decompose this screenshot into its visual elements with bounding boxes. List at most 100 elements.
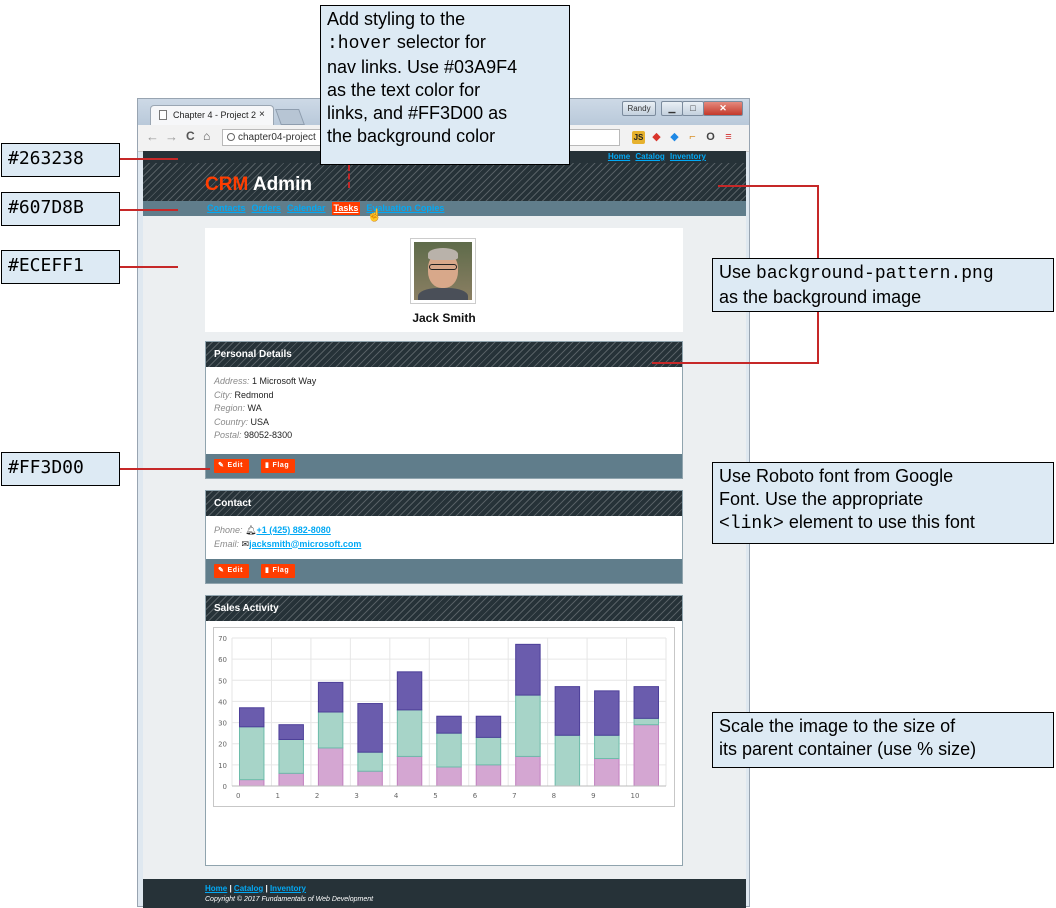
chart-bar-segment xyxy=(396,709,423,757)
x-tick-label: 5 xyxy=(433,792,437,800)
profile-card: Jack Smith xyxy=(205,228,683,332)
x-tick-label: 1 xyxy=(275,792,279,800)
chart-bar-segment xyxy=(357,703,383,753)
x-tick-label: 3 xyxy=(354,792,358,800)
chart-bar-segment xyxy=(436,715,462,734)
color-extension-icon[interactable]: ◆ xyxy=(650,131,663,144)
chart-bar-segment xyxy=(554,686,581,736)
chart-bar-segment xyxy=(357,770,383,787)
chart-bar-segment xyxy=(278,772,304,787)
maximize-button[interactable]: □ xyxy=(682,101,704,116)
edit-button[interactable]: ✎ Edit xyxy=(214,459,250,473)
chart-bar-segment xyxy=(317,747,344,787)
y-tick-label: 20 xyxy=(218,741,227,749)
flag-button[interactable]: ▮ Flag xyxy=(261,564,296,578)
chart-bar-segment xyxy=(594,734,620,760)
chart-bar-segment xyxy=(594,690,620,736)
chart-bar-segment xyxy=(554,734,581,787)
nav-contacts[interactable]: Contacts xyxy=(207,203,246,213)
pointer-line xyxy=(120,209,178,211)
back-icon[interactable]: ← xyxy=(146,129,159,144)
chart-bar-segment xyxy=(238,779,265,787)
bookmark-icon: ▮ xyxy=(265,567,270,574)
x-tick-label: 7 xyxy=(512,792,516,800)
card-header: Personal Details xyxy=(206,342,682,367)
pin-extension-icon[interactable]: ⌐ xyxy=(686,131,699,144)
y-tick-label: 30 xyxy=(218,720,227,728)
close-tab-icon[interactable]: × xyxy=(259,109,265,120)
chart-bar-segment xyxy=(633,686,660,719)
chart-bar-segment xyxy=(633,717,660,726)
color-label-dark: #263238 xyxy=(1,143,120,177)
chart-bar-segment xyxy=(317,711,344,749)
flag-button[interactable]: ▮ Flag xyxy=(261,459,296,473)
x-tick-label: 6 xyxy=(473,792,478,800)
detail-row: City: Redmond xyxy=(214,389,274,400)
phone-link[interactable]: +1 (425) 882-8080 xyxy=(256,525,330,535)
chart-bar-segment xyxy=(436,766,462,787)
contact-list: Phone: 🔔︎+1 (425) 882-8080 Email: ✉jacks… xyxy=(214,525,362,549)
envelope-icon: ✉ xyxy=(241,538,250,549)
opera-extension-icon[interactable]: O xyxy=(704,131,717,144)
y-tick-label: 40 xyxy=(218,698,227,706)
browser-tab[interactable]: Chapter 4 - Project 2 × xyxy=(150,105,274,125)
detail-row: Postal: 98052-8300 xyxy=(214,430,293,440)
pencil-icon: ✎ xyxy=(218,567,225,574)
profile-name: Jack Smith xyxy=(412,311,476,325)
brand-accent: CRM xyxy=(205,174,249,195)
top-link-catalog[interactable]: Catalog xyxy=(635,152,664,161)
reload-icon[interactable]: C xyxy=(186,129,195,143)
chart-bar-segment xyxy=(475,715,502,738)
close-window-button[interactable]: ✕ xyxy=(703,101,743,116)
chart-bar-segment xyxy=(278,724,304,740)
site-header: CRM Admin xyxy=(143,163,746,201)
minimize-button[interactable]: ▁ xyxy=(661,101,683,116)
bell-icon: 🔔︎ xyxy=(245,525,257,535)
pencil-icon: ✎ xyxy=(218,462,225,469)
address-text: chapter04-project xyxy=(238,132,316,143)
pointer-line xyxy=(120,266,178,268)
browser-window: Chapter 4 - Project 2 × Randy ▁ □ ✕ ← → C ⌂… xyxy=(137,98,750,908)
home-icon[interactable]: ⌂ xyxy=(203,129,210,143)
chart-bar-segment xyxy=(475,736,502,766)
menu-icon[interactable]: ≡ xyxy=(722,131,735,144)
user-badge[interactable]: Randy xyxy=(622,101,656,116)
pointer-line xyxy=(652,362,819,364)
font-note: Use Roboto font from Google Font. Use th… xyxy=(712,462,1054,544)
new-tab-button[interactable] xyxy=(275,109,305,125)
hover-note: Add styling to the :hover selector for n… xyxy=(320,5,570,165)
nav-orders[interactable]: Orders xyxy=(252,203,282,213)
footer-link-inventory[interactable]: Inventory xyxy=(270,884,306,893)
footer-link-catalog[interactable]: Catalog xyxy=(234,884,263,893)
tab-title: Chapter 4 - Project 2 xyxy=(173,110,257,120)
search-icon xyxy=(227,133,235,141)
profile-photo xyxy=(410,238,476,304)
brand-logo[interactable]: CRM Admin xyxy=(205,174,312,196)
js-extension-icon[interactable]: JS xyxy=(632,131,645,144)
y-tick-label: 70 xyxy=(218,635,227,643)
top-link-inventory[interactable]: Inventory xyxy=(670,152,706,161)
pointer-line xyxy=(817,312,819,363)
card-title: Sales Activity xyxy=(214,603,279,614)
edit-button[interactable]: ✎ Edit xyxy=(214,564,250,578)
color-label-accent: #FF3D00 xyxy=(1,452,120,486)
top-link-home[interactable]: Home xyxy=(608,152,630,161)
chart-bar-segment xyxy=(396,755,423,787)
forward-icon[interactable]: → xyxy=(165,129,178,144)
card-footer: ✎ Edit ▮ Flag xyxy=(206,559,682,583)
pointer-line xyxy=(348,165,350,188)
card-title: Personal Details xyxy=(214,349,292,360)
nav-tasks[interactable]: Tasks xyxy=(331,202,361,215)
chart-bar-segment xyxy=(515,643,541,696)
email-link[interactable]: jacksmith@microsoft.com xyxy=(249,539,361,549)
shape-extension-icon[interactable]: ◆ xyxy=(668,131,681,144)
card-header: Sales Activity xyxy=(206,596,682,621)
footer-link-home[interactable]: Home xyxy=(205,884,227,893)
details-list: Address: 1 Microsoft Way City: Redmond R… xyxy=(214,375,316,443)
card-header: Contact xyxy=(206,491,682,516)
chart-bar-segment xyxy=(317,681,344,713)
address-bar-end[interactable] xyxy=(570,129,620,146)
nav-calendar[interactable]: Calendar xyxy=(287,203,326,213)
x-tick-label: 8 xyxy=(552,792,556,800)
chart-bar-segment xyxy=(475,764,502,787)
